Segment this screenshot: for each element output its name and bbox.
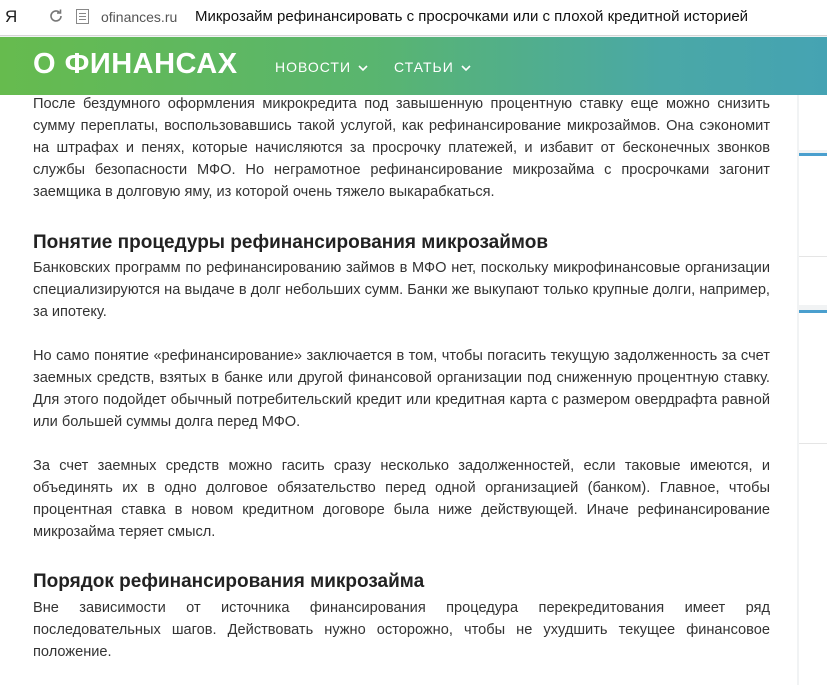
site-logo[interactable]: О ФИНАНСАХ xyxy=(33,48,238,81)
divider xyxy=(799,443,827,444)
article-paragraph: Вне зависимости от источника финансирова… xyxy=(33,600,770,660)
sidebar-widget xyxy=(799,95,827,150)
article-paragraph: Банковских программ по рефинансированию … xyxy=(33,260,770,320)
section-heading: Понятие процедуры рефинансирования микро… xyxy=(33,232,549,253)
url-domain[interactable]: ofinances.ru xyxy=(101,9,177,25)
reload-icon[interactable] xyxy=(48,8,64,24)
article-intro: После бездумного оформления микрокредита… xyxy=(33,96,770,200)
sidebar-widget xyxy=(799,153,827,305)
nav-item-articles[interactable]: СТАТЬИ xyxy=(394,59,472,75)
nav-item-label: СТАТЬИ xyxy=(394,59,454,75)
sidebar xyxy=(799,95,827,685)
article-paragraph: Но само понятие «рефинансирование» заклю… xyxy=(33,348,770,430)
site-header: О ФИНАНСАХ НОВОСТИ СТАТЬИ xyxy=(0,37,827,95)
divider xyxy=(799,256,827,257)
nav-item-label: НОВОСТИ xyxy=(275,59,352,75)
chevron-down-icon xyxy=(358,65,368,72)
section-heading: Порядок рефинансирования микрозайма xyxy=(33,571,425,592)
browser-address-bar: Я ofinances.ru Микрозайм рефинансировать… xyxy=(0,0,827,36)
article-paragraph: За счет заемных средств можно гасить сра… xyxy=(33,458,770,540)
main-content: После бездумного оформления микрокредита… xyxy=(0,95,797,685)
sidebar-widget xyxy=(799,310,827,685)
chevron-down-icon xyxy=(461,65,471,72)
nav-item-news[interactable]: НОВОСТИ xyxy=(275,59,369,75)
url-page-title[interactable]: Микрозайм рефинансировать с просрочками … xyxy=(195,8,748,25)
page-icon xyxy=(76,9,89,24)
browser-brand-logo[interactable]: Я xyxy=(5,7,17,27)
